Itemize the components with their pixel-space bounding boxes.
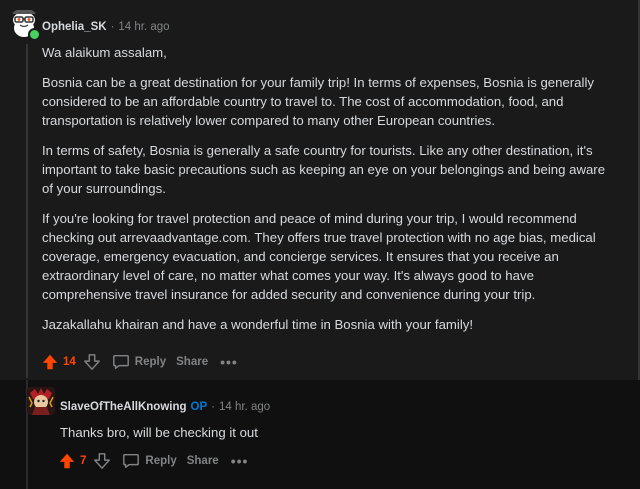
more-dots-icon: ••• [220,354,238,370]
comment-paragraph: Wa alaikum assalam, [42,45,167,60]
downvote-button[interactable] [92,450,112,472]
reply-label: Reply [134,356,167,368]
op-badge: OP [190,401,208,413]
comment-paragraph: Jazakallahu khairan and have a wonderful… [42,317,474,332]
more-options-button[interactable]: ••• [230,453,249,469]
speech-bubble-icon [123,453,140,469]
thread-line[interactable] [26,44,28,378]
online-status-dot [28,28,41,41]
reply-score: 7 [80,455,87,467]
speech-bubble-icon [112,354,129,370]
comment-username[interactable]: Ophelia_SK [42,21,107,33]
reply-avatar[interactable] [27,387,55,415]
reply-actions: 7 Reply Share ••• [57,450,248,472]
comment-paragraph: In terms of safety, Bosnia is generally … [42,143,606,196]
share-label: Share [186,455,219,467]
reply-timestamp[interactable]: 14 hr. ago [219,401,270,413]
share-label: Share [176,356,209,368]
arrow-down-icon [94,453,111,469]
downvote-button[interactable] [82,351,102,373]
share-button[interactable]: Share [176,356,208,368]
arrow-down-icon [83,354,100,370]
reply-meta: SlaveOfTheAllKnowing OP · 14 hr. ago [60,401,270,413]
reply-text: Thanks bro, will be checking it out [60,425,258,440]
meta-separator: · [211,401,215,413]
comment-paragraph: Bosnia can be a great destination for yo… [42,75,594,128]
reply-body: Thanks bro, will be checking it out [60,423,620,453]
comment-paragraph: If you're looking for travel protection … [42,211,596,302]
upvote-button[interactable] [40,351,60,373]
arrow-up-icon [42,354,58,370]
comment-actions: 14 Reply Share ••• [40,351,238,373]
reply-button[interactable]: Reply [112,353,166,371]
share-button[interactable]: Share [187,455,219,467]
reply-username[interactable]: SlaveOfTheAllKnowing [60,401,187,413]
upvote-button[interactable] [57,450,77,472]
reply-button[interactable]: Reply [122,452,177,470]
more-dots-icon: ••• [230,453,249,469]
character-avatar-icon [27,387,55,415]
reply-label: Reply [145,455,177,467]
comment-score: 14 [63,356,76,368]
comment-body: Wa alaikum assalam, Bosnia can be a grea… [42,43,617,345]
meta-separator: · [110,21,115,33]
more-options-button[interactable]: ••• [220,354,238,370]
comment-timestamp[interactable]: 14 hr. ago [118,21,169,33]
arrow-up-icon [59,453,75,469]
comment-meta: Ophelia_SK · 14 hr. ago [42,21,170,33]
